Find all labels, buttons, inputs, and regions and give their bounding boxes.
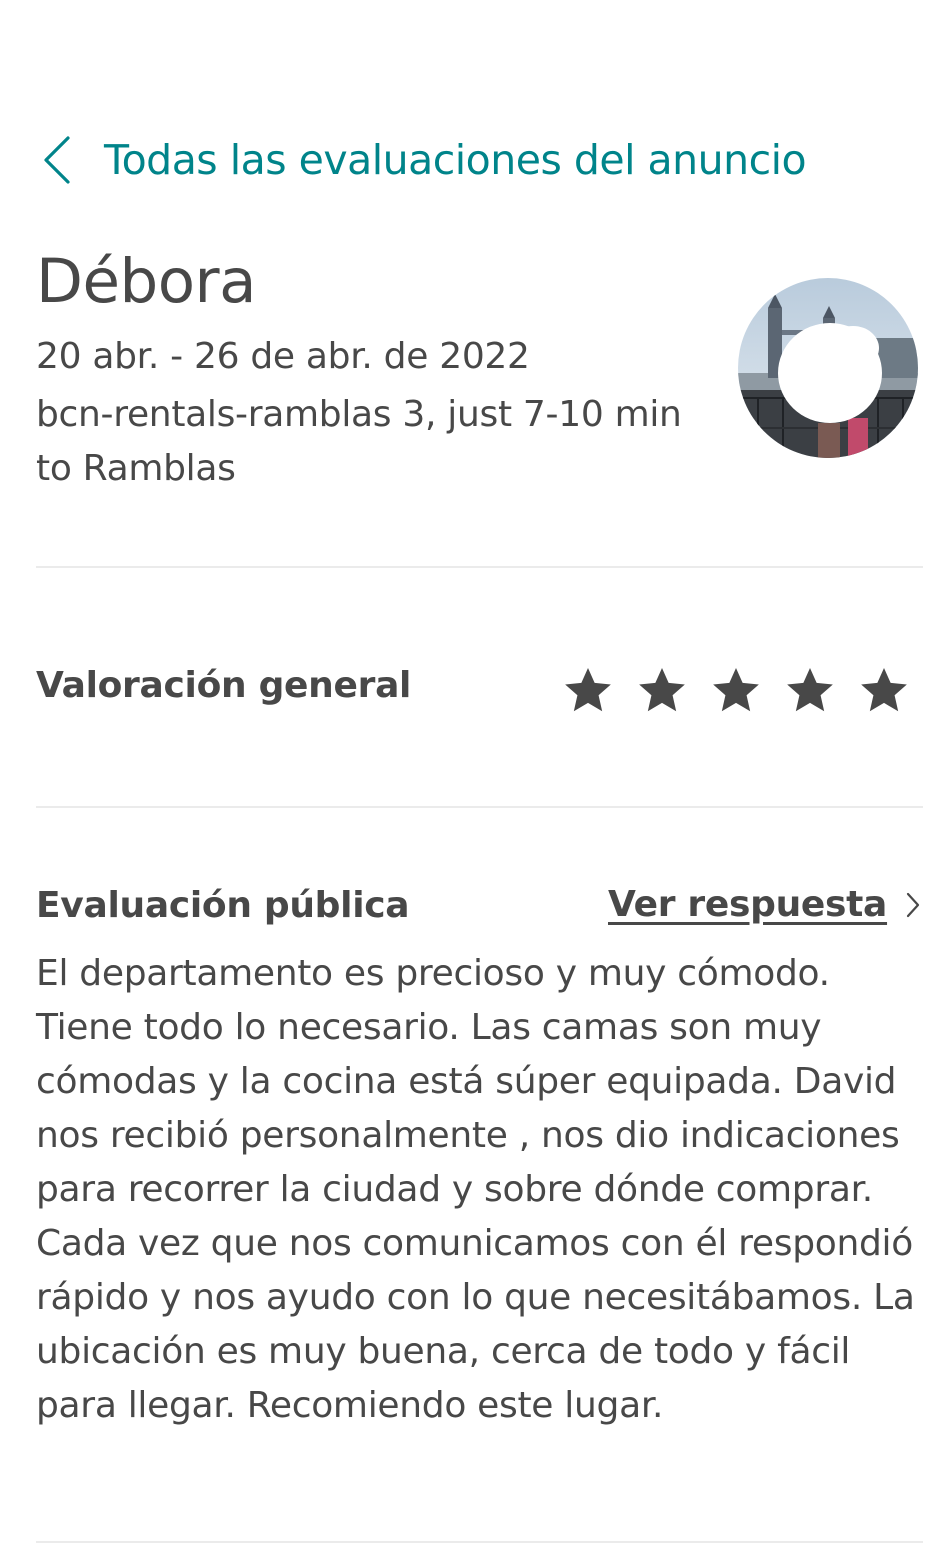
back-to-all-reviews-link[interactable]: Todas las evaluaciones del anuncio [38,132,807,188]
stay-dates: 20 abr. - 26 de abr. de 2022 [36,336,530,377]
star-icon [857,664,911,718]
divider [36,566,923,568]
star-icon [709,664,763,718]
chevron-right-icon [887,890,921,920]
public-review-text: El departamento es precioso y muy cómodo… [36,953,915,1426]
star-icon [783,664,837,718]
view-reply-label: Ver respuesta [608,884,888,925]
star-icon [635,664,689,718]
listing-name: bcn-rentals-ramblas 3, just 7-10 min to … [36,394,682,489]
divider [36,806,923,808]
view-reply-link[interactable]: Ver respuesta [608,884,921,925]
back-link-label: Todas las evaluaciones del anuncio [104,136,807,184]
divider [36,1541,923,1543]
star-icon [561,664,615,718]
public-review-label: Evaluación pública [36,885,410,926]
overall-rating-label: Valoración general [36,665,412,706]
chevron-left-icon [38,132,74,188]
reviewer-name: Débora [36,246,257,317]
avatar[interactable] [738,278,918,458]
rating-stars [561,664,911,718]
